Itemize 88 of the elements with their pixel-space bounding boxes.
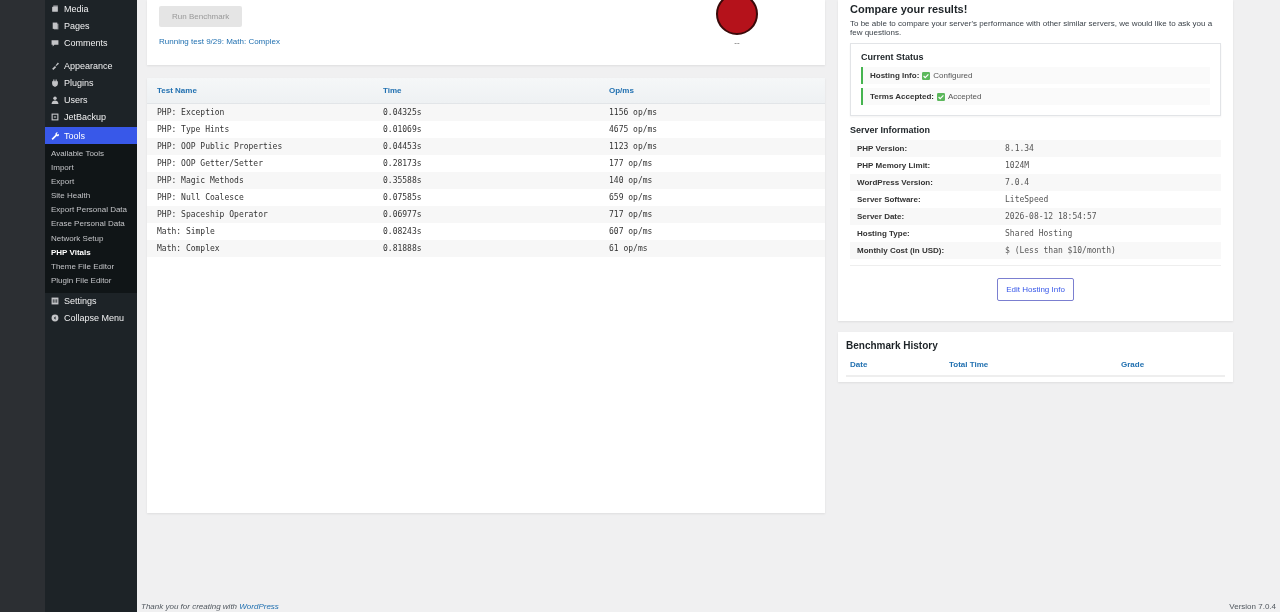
table-cell: 0.04453s [373, 138, 599, 155]
tools-icon [51, 131, 59, 140]
info-label: Server Software: [857, 195, 922, 204]
sidebar-item[interactable]: Media [45, 0, 137, 17]
pages-icon [51, 21, 59, 30]
table-cell: 0.07585s [373, 189, 599, 206]
info-label: Server Date: [857, 212, 906, 221]
column-header: Time [373, 78, 599, 104]
table-cell: 0.08243s [373, 223, 599, 240]
table-cell: 4675 op/ms [599, 121, 825, 138]
column-header: Grade [1121, 360, 1146, 369]
comments-icon [51, 38, 59, 47]
sidebar-item[interactable]: Plugins [45, 74, 137, 91]
table-cell: Math: Complex [147, 240, 373, 257]
table-cell: PHP: Type Hints [147, 121, 373, 138]
users-icon [51, 95, 59, 104]
table-cell: PHP: OOP Public Properties [147, 138, 373, 155]
sidebar-item[interactable]: Users [45, 91, 137, 108]
section-title: Server Information [850, 125, 932, 135]
submenu-item[interactable]: Available Tools [45, 147, 137, 162]
table-cell: 0.81888s [373, 240, 599, 257]
card-title: Compare your results! [850, 3, 969, 15]
grade-label: -- [734, 38, 740, 47]
info-label: Hosting Type: [857, 229, 911, 238]
table-cell: 0.28173s [373, 155, 599, 172]
table-cell: 659 op/ms [599, 189, 825, 206]
sidebar-item[interactable]: Settings [45, 292, 137, 310]
info-value: 7.0.4 [1005, 178, 1031, 187]
info-value: LiteSpeed [1005, 195, 1050, 204]
sidebar-item[interactable]: Collapse Menu [45, 309, 137, 327]
table-cell: Math: Simple [147, 223, 373, 240]
submenu-item[interactable]: Import [45, 161, 137, 176]
info-label: PHP Memory Limit: [857, 161, 932, 170]
status-label: Terms Accepted: [870, 92, 935, 101]
table-cell: 177 op/ms [599, 155, 825, 172]
submenu-item[interactable]: Plugin File Editor [45, 273, 137, 288]
table-cell: 0.06977s [373, 206, 599, 223]
sidebar-item[interactable]: Tools [45, 127, 137, 144]
info-label: WordPress Version: [857, 178, 934, 187]
submenu-item[interactable]: Site Health [45, 189, 137, 204]
table-cell: PHP: OOP Getter/Setter [147, 155, 373, 172]
table-cell: PHP: Magic Methods [147, 172, 373, 189]
column-header: Op/ms [599, 78, 825, 104]
info-label: Monthly Cost (in USD): [857, 246, 946, 255]
submenu-item[interactable]: Network Setup [45, 231, 137, 246]
table-cell: PHP: Null Coalesce [147, 189, 373, 206]
panel-title: Current Status [861, 52, 925, 62]
info-value: Shared Hosting [1005, 229, 1074, 238]
table-cell: 61 op/ms [599, 240, 825, 257]
info-value: 2026-08-12 18:54:57 [1005, 212, 1098, 221]
column-header: Test Name [147, 78, 373, 104]
collapse-icon [51, 314, 59, 323]
submenu-item[interactable]: Export Personal Data [45, 203, 137, 218]
table-cell: 0.35588s [373, 172, 599, 189]
edit-hosting-button[interactable]: Edit Hosting Info [997, 278, 1074, 301]
info-value: 1024M [1005, 161, 1031, 170]
sidebar-item[interactable]: Appearance [45, 57, 137, 74]
info-value: $ (Less than $10/month) [1005, 246, 1117, 255]
settings-icon [51, 297, 59, 306]
footer-text: Thank you for creating with WordPress [141, 601, 279, 611]
grade-circle [716, 0, 758, 35]
column-header: Total Time [949, 360, 990, 369]
info-label: PHP Version: [857, 144, 909, 153]
card-title: Benchmark History [846, 340, 939, 351]
progress-status: Running test 9/29: Math: Complex [159, 37, 280, 46]
table-cell: 607 op/ms [599, 223, 825, 240]
version-text: Version 7.0.4 [1229, 601, 1276, 611]
column-header: Date [850, 360, 869, 369]
table-cell: 140 op/ms [599, 172, 825, 189]
status-value: Configured [933, 71, 973, 80]
status-value: Accepted [948, 92, 982, 101]
table-cell: 717 op/ms [599, 206, 825, 223]
submenu-item[interactable]: Export [45, 175, 137, 190]
submenu-item[interactable]: Theme File Editor [45, 259, 137, 274]
sidebar-item[interactable]: JetBackup [45, 108, 137, 125]
table-cell: 1123 op/ms [599, 138, 825, 155]
table-cell: PHP: Spaceship Operator [147, 206, 373, 223]
info-value: 8.1.34 [1005, 144, 1035, 153]
sidebar-item[interactable]: Pages [45, 17, 137, 34]
media-icon [51, 4, 59, 13]
intro-text: To be able to compare your server's performance with other similar servers, we would like to ask you a few questions. [850, 19, 1214, 37]
appearance-icon [51, 61, 59, 70]
wordpress-link[interactable]: WordPress [239, 601, 279, 611]
sidebar-item[interactable]: Comments [45, 34, 137, 51]
submenu-item[interactable]: Erase Personal Data [45, 217, 137, 232]
status-label: Hosting Info: [870, 71, 920, 80]
table-cell: 0.01069s [373, 121, 599, 138]
submenu-item[interactable]: PHP Vitals [45, 245, 137, 260]
